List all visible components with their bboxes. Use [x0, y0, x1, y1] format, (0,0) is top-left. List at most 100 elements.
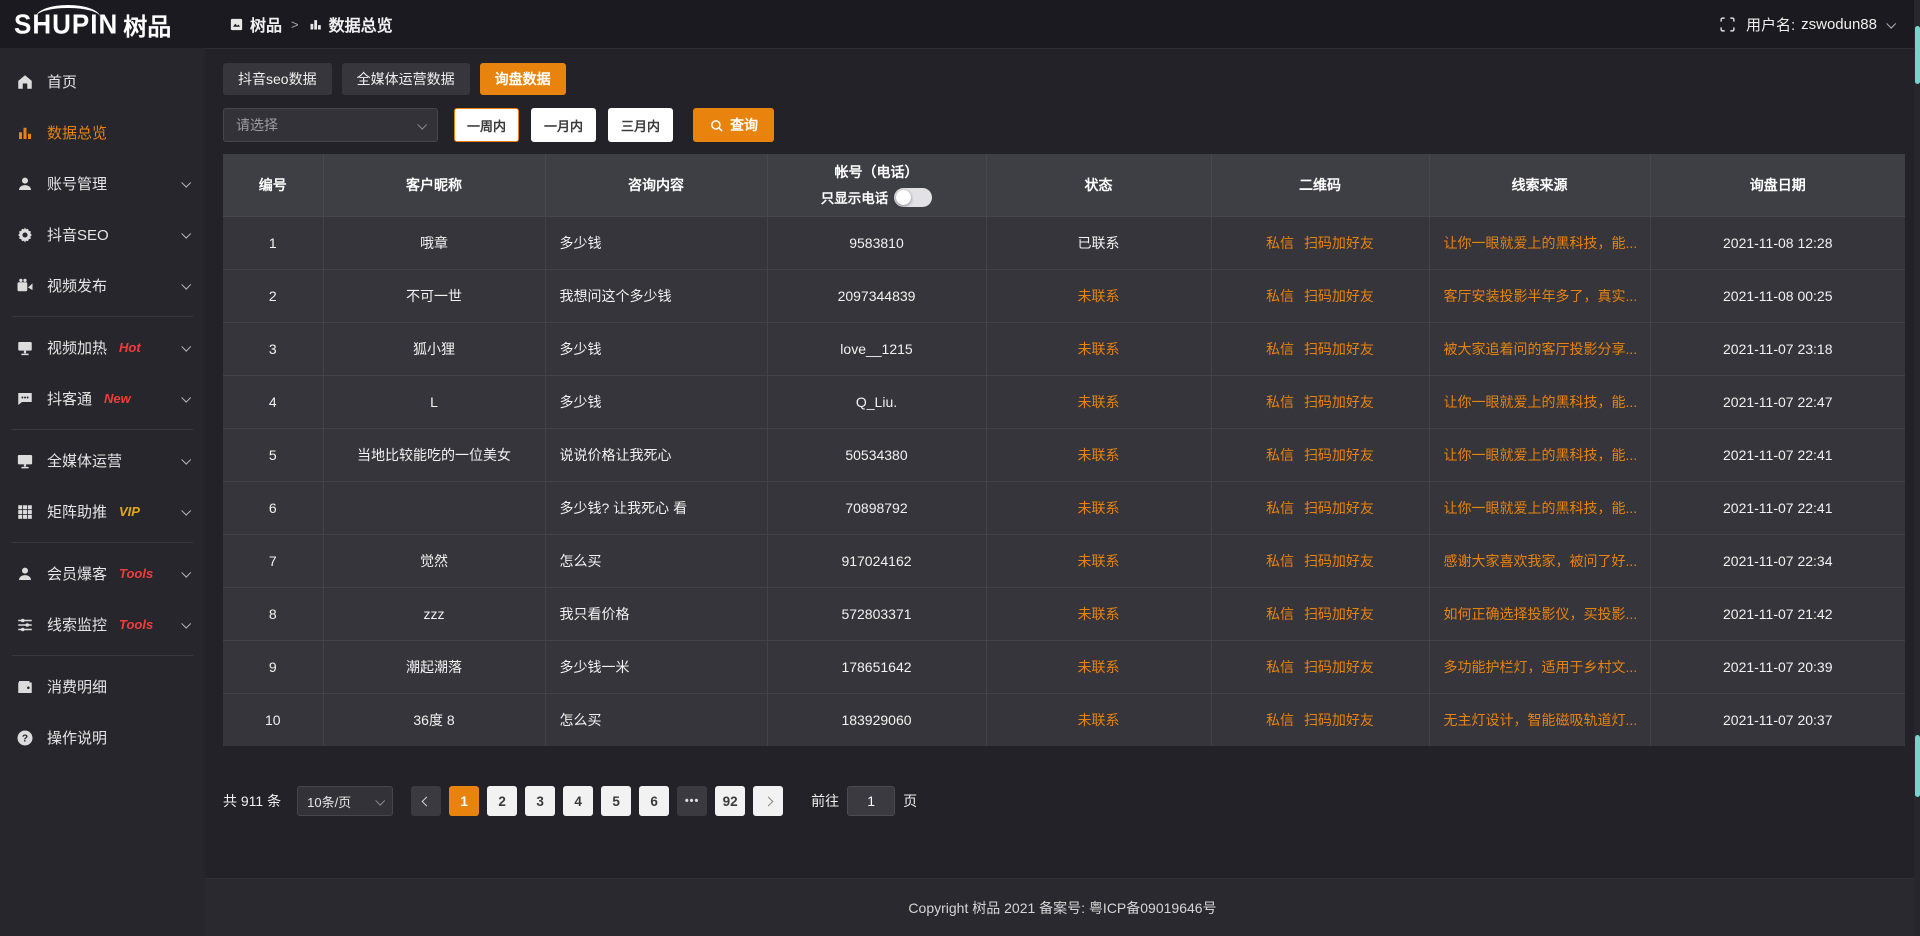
- cell-id: 5: [223, 428, 323, 481]
- cell-source[interactable]: 让你一眼就爱上的黑科技，能...: [1429, 375, 1650, 428]
- page-number-button[interactable]: 1: [449, 786, 479, 816]
- cell-source[interactable]: 让你一眼就爱上的黑科技，能...: [1429, 216, 1650, 269]
- page-number-button[interactable]: 3: [525, 786, 555, 816]
- cell-account: 178651642: [767, 640, 986, 693]
- sidebar-item[interactable]: 抖客通New: [0, 373, 205, 424]
- qr-scan-add-link[interactable]: 扫码加好友: [1304, 553, 1374, 569]
- cell-qrcode: 私信 扫码加好友: [1211, 534, 1429, 587]
- page-number-button[interactable]: 4: [563, 786, 593, 816]
- goto-page-input[interactable]: [847, 786, 895, 816]
- col-date: 询盘日期: [1650, 154, 1905, 216]
- cell-qrcode: 私信 扫码加好友: [1211, 587, 1429, 640]
- page-number-button[interactable]: 92: [715, 786, 745, 816]
- qr-private-msg-link[interactable]: 私信: [1266, 712, 1294, 728]
- page-number-button[interactable]: 6: [639, 786, 669, 816]
- qr-scan-add-link[interactable]: 扫码加好友: [1304, 712, 1374, 728]
- filter-select[interactable]: 请选择: [223, 108, 438, 142]
- qr-scan-add-link[interactable]: 扫码加好友: [1304, 500, 1374, 516]
- filter-select-value: 请选择: [236, 115, 278, 135]
- sidebar-item[interactable]: 账号管理: [0, 158, 205, 209]
- filter-row: 请选择 一周内一月内三月内 查询: [223, 108, 1920, 142]
- next-page-button[interactable]: [753, 786, 783, 816]
- qr-private-msg-link[interactable]: 私信: [1266, 235, 1294, 251]
- breadcrumb-root[interactable]: 树品: [250, 12, 282, 36]
- cell-status: 未联系: [986, 693, 1211, 746]
- sidebar-item[interactable]: 会员爆客Tools: [0, 548, 205, 599]
- scrollbar[interactable]: [1914, 0, 1920, 936]
- cell-source[interactable]: 多功能护栏灯，适用于乡村文...: [1429, 640, 1650, 693]
- page-ellipsis-button[interactable]: •••: [677, 786, 707, 816]
- qr-private-msg-link[interactable]: 私信: [1266, 447, 1294, 463]
- tab[interactable]: 询盘数据: [480, 63, 566, 95]
- cell-id: 10: [223, 693, 323, 746]
- cell-account: 50534380: [767, 428, 986, 481]
- cell-account: 2097344839: [767, 269, 986, 322]
- tab[interactable]: 全媒体运营数据: [342, 63, 470, 95]
- sidebar-item[interactable]: 视频加热Hot: [0, 322, 205, 373]
- qr-private-msg-link[interactable]: 私信: [1266, 659, 1294, 675]
- range-buttons: 一周内一月内三月内: [454, 108, 673, 142]
- sidebar-item-label: 会员爆客: [47, 563, 107, 584]
- sidebar-item[interactable]: ? 操作说明: [0, 712, 205, 763]
- range-button[interactable]: 一月内: [531, 108, 596, 142]
- inquiry-table: 编号 客户昵称 咨询内容 帐号（电话） 只显示电话 状态 二维码 线索来源 询盘…: [223, 154, 1905, 746]
- breadcrumb-current: 数据总览: [329, 12, 393, 36]
- cell-source[interactable]: 客厅安装投影半年多了，真实...: [1429, 269, 1650, 322]
- sidebar-item[interactable]: 视频发布: [0, 260, 205, 311]
- query-button[interactable]: 查询: [693, 108, 774, 142]
- sidebar-item[interactable]: 全媒体运营: [0, 435, 205, 486]
- range-button[interactable]: 三月内: [608, 108, 673, 142]
- table-row: 7 觉然 怎么买 917024162 未联系 私信 扫码加好友 感谢大家喜欢我家…: [223, 534, 1905, 587]
- cell-source[interactable]: 感谢大家喜欢我家，被问了好...: [1429, 534, 1650, 587]
- qr-scan-add-link[interactable]: 扫码加好友: [1304, 447, 1374, 463]
- cell-id: 2: [223, 269, 323, 322]
- cell-source[interactable]: 让你一眼就爱上的黑科技，能...: [1429, 428, 1650, 481]
- cell-date: 2021-11-07 20:37: [1650, 693, 1905, 746]
- sidebar-badge: Hot: [119, 340, 141, 355]
- qr-private-msg-link[interactable]: 私信: [1266, 394, 1294, 410]
- qr-scan-add-link[interactable]: 扫码加好友: [1304, 341, 1374, 357]
- qr-scan-add-link[interactable]: 扫码加好友: [1304, 235, 1374, 251]
- qr-private-msg-link[interactable]: 私信: [1266, 288, 1294, 304]
- help-icon: ?: [16, 729, 34, 747]
- page-buttons: 123456 ••• 92: [407, 786, 787, 816]
- qr-scan-add-link[interactable]: 扫码加好友: [1304, 394, 1374, 410]
- qr-private-msg-link[interactable]: 私信: [1266, 606, 1294, 622]
- cell-source[interactable]: 如何正确选择投影仪，买投影...: [1429, 587, 1650, 640]
- sidebar-item[interactable]: 抖音SEO: [0, 209, 205, 260]
- sidebar-item[interactable]: 线索监控Tools: [0, 599, 205, 650]
- cell-source[interactable]: 被大家追着问的客厅投影分享...: [1429, 322, 1650, 375]
- cell-source[interactable]: 让你一眼就爱上的黑科技，能...: [1429, 481, 1650, 534]
- cell-qrcode: 私信 扫码加好友: [1211, 693, 1429, 746]
- page-number-button[interactable]: 2: [487, 786, 517, 816]
- username[interactable]: zswodun88: [1801, 16, 1877, 33]
- sidebar-item[interactable]: 消费明细: [0, 661, 205, 712]
- grid-icon: [16, 503, 34, 521]
- cell-source[interactable]: 无主灯设计，智能磁吸轨道灯...: [1429, 693, 1650, 746]
- chevron-down-icon[interactable]: [1886, 18, 1896, 28]
- prev-page-button[interactable]: [411, 786, 441, 816]
- copyright-text: Copyright 树品 2021 备案号: 粤ICP备09019646号: [908, 898, 1216, 918]
- tab[interactable]: 抖音seo数据: [223, 63, 332, 95]
- sidebar-item[interactable]: 数据总览: [0, 107, 205, 158]
- qr-scan-add-link[interactable]: 扫码加好友: [1304, 288, 1374, 304]
- qr-private-msg-link[interactable]: 私信: [1266, 500, 1294, 516]
- fullscreen-icon[interactable]: [1719, 16, 1736, 33]
- qr-private-msg-link[interactable]: 私信: [1266, 553, 1294, 569]
- total-count: 共 911 条: [223, 791, 281, 811]
- scrollbar-thumb[interactable]: [1915, 735, 1920, 797]
- range-button[interactable]: 一周内: [454, 108, 519, 142]
- qr-scan-add-link[interactable]: 扫码加好友: [1304, 659, 1374, 675]
- sidebar-item[interactable]: 首页: [0, 56, 205, 107]
- scrollbar-thumb[interactable]: [1915, 26, 1920, 84]
- qr-scan-add-link[interactable]: 扫码加好友: [1304, 606, 1374, 622]
- qr-private-msg-link[interactable]: 私信: [1266, 341, 1294, 357]
- chevron-down-icon: [181, 393, 191, 403]
- page-size-select[interactable]: 10条/页: [297, 786, 393, 816]
- page-number-button[interactable]: 5: [601, 786, 631, 816]
- wallet-icon: [16, 678, 34, 696]
- col-qrcode: 二维码: [1211, 154, 1429, 216]
- sidebar-item[interactable]: 矩阵助推VIP: [0, 486, 205, 537]
- cell-account: 70898792: [767, 481, 986, 534]
- phone-only-toggle[interactable]: [894, 188, 932, 207]
